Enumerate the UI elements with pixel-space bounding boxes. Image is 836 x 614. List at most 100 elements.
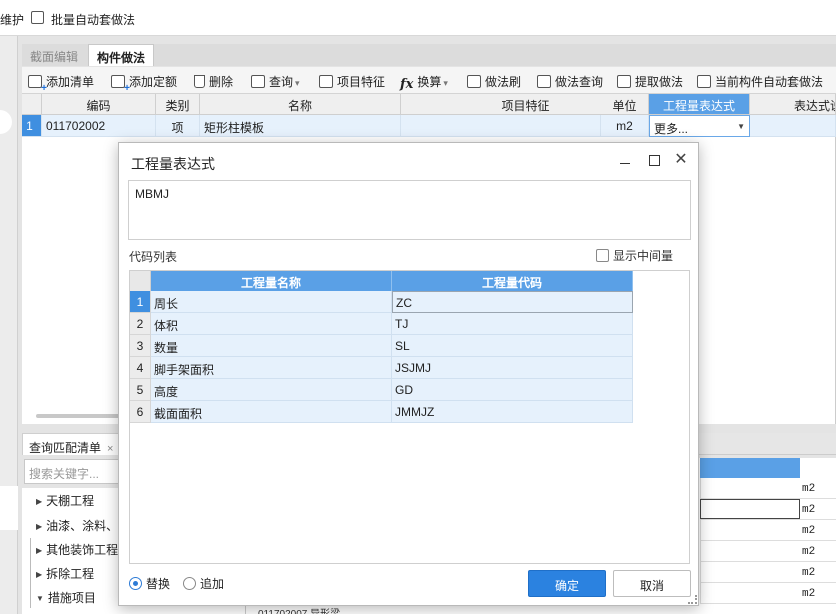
grid-header-unit[interactable]: 单位 [601, 94, 649, 115]
convert-label: 换算 [417, 75, 442, 89]
delete-button[interactable]: 删除 [194, 73, 233, 90]
fx-icon [400, 77, 413, 90]
auto-apply-button[interactable]: 当前构件自动套做法 [697, 73, 823, 90]
delete-label: 删除 [209, 75, 234, 89]
unit-cell: m2 [802, 483, 816, 495]
tab-component-method[interactable]: 构件做法 [88, 44, 155, 66]
close-icon[interactable]: × [107, 443, 113, 455]
code-name-cell[interactable]: 体积 [151, 313, 392, 335]
method-brush-button[interactable]: 做法刷 [467, 73, 521, 90]
chevron-down-icon: ▾ [295, 78, 300, 88]
table-row[interactable] [700, 478, 836, 499]
item-feature-label: 项目特征 [337, 75, 386, 89]
query-dropdown[interactable]: 查询 ▾ [251, 73, 300, 90]
tree-item-label: 措施项目 [47, 591, 96, 605]
unit-cell: m2 [802, 588, 816, 600]
tree-item[interactable]: ▶ 其他装饰工程 [36, 541, 118, 558]
chevron-down-icon: ▾ [443, 78, 448, 88]
minimize-button[interactable] [616, 151, 634, 169]
replace-radio[interactable]: 替换 [129, 575, 170, 592]
table-row[interactable] [700, 583, 836, 604]
selected-cell[interactable] [700, 499, 800, 519]
tab-query-match-list[interactable]: 查询匹配清单 × [22, 433, 121, 455]
code-value-cell[interactable]: JMMJZ [392, 401, 633, 423]
code-name-cell[interactable]: 数量 [151, 335, 392, 357]
chevron-right-icon: ▶ [36, 497, 43, 506]
grid-row-number[interactable]: 1 [22, 115, 42, 137]
grid-header-expression[interactable]: 工程量表达式 [649, 94, 750, 115]
extract-method-button[interactable]: 提取做法 [617, 73, 683, 90]
grid-corner [22, 94, 42, 115]
append-radio[interactable]: 追加 [183, 575, 224, 592]
code-name-cell[interactable]: 截面面积 [151, 401, 392, 423]
code-value-cell[interactable]: JSJMJ [392, 357, 633, 379]
code-value-cell[interactable]: TJ [392, 313, 633, 335]
code-value-cell[interactable]: GD [392, 379, 633, 401]
grid-cell-feature[interactable] [401, 115, 601, 137]
code-name-cell[interactable]: 脚手架面积 [151, 357, 392, 379]
tree-item-label: 油漆、涂料、 [46, 519, 119, 533]
extract-icon [617, 75, 631, 88]
table-row[interactable] [700, 520, 836, 541]
tree-item[interactable]: ▶ 油漆、涂料、 [36, 517, 118, 534]
maximize-button[interactable] [645, 151, 663, 169]
brush-icon [467, 75, 481, 88]
tab-query-match-list-label: 查询匹配清单 [29, 441, 102, 455]
add-list-button[interactable]: 添加清单 [28, 73, 94, 94]
grid-header-code[interactable]: 编码 [42, 94, 156, 115]
grid-header-expression-desc[interactable]: 表达式说 [750, 94, 836, 115]
radio-unselected-icon [183, 577, 196, 590]
row-number[interactable]: 6 [130, 401, 151, 423]
item-feature-button[interactable]: 项目特征 [319, 73, 385, 90]
grid-header-type[interactable]: 类别 [156, 94, 200, 115]
cancel-button[interactable]: 取消 [613, 570, 691, 597]
show-intermediate-checkbox[interactable]: 显示中间量 [596, 247, 673, 264]
table-row[interactable] [700, 541, 836, 562]
code-table-header-code[interactable]: 工程量代码 [392, 271, 633, 291]
tree-item[interactable]: ▼ 措施项目 [36, 589, 96, 606]
tab-strip: 截面编辑 构件做法 [22, 44, 836, 66]
code-value-cell[interactable]: SL [392, 335, 633, 357]
ok-button[interactable]: 确定 [528, 570, 606, 597]
code-table-header-name[interactable]: 工程量名称 [151, 271, 392, 291]
grid-header-name[interactable]: 名称 [200, 94, 401, 115]
code-name-cell[interactable]: 高度 [151, 379, 392, 401]
maintain-menu[interactable]: 维护 [0, 11, 24, 28]
row-number[interactable]: 5 [130, 379, 151, 401]
method-brush-label: 做法刷 [485, 75, 522, 89]
auto-apply-icon [697, 75, 711, 88]
unit-cell: m2 [802, 525, 816, 537]
convert-dropdown[interactable]: 换算▾ [400, 73, 448, 90]
search-input[interactable]: 搜索关键字... [24, 459, 124, 484]
grid-cell-name[interactable]: 矩形柱模板 [200, 115, 401, 137]
grid-cell-unit[interactable]: m2 [601, 115, 649, 137]
row-number[interactable]: 2 [130, 313, 151, 335]
code-name-cell[interactable]: 周长 [151, 291, 392, 313]
code-value-cell[interactable]: ZC [392, 291, 633, 313]
row-number[interactable]: 1 [130, 291, 151, 313]
show-intermediate-label: 显示中间量 [613, 249, 674, 263]
chevron-down-icon: ▼ [36, 594, 44, 603]
batch-auto-apply-button[interactable]: 批量自动套做法 [51, 11, 135, 28]
close-button[interactable]: ✕ [672, 151, 690, 169]
tab-section-edit[interactable]: 截面编辑 [22, 44, 86, 66]
tree-item-label: 天棚工程 [46, 494, 95, 508]
add-quota-button[interactable]: 添加定额 [111, 73, 177, 94]
quantity-expression-dialog: 工程量表达式 ✕ MBMJ 代码列表 显示中间量 工程量名称 工程量代码 1 周… [118, 142, 699, 606]
chevron-right-icon: ▶ [36, 570, 43, 579]
left-nav-handle[interactable] [0, 110, 12, 134]
grid-horizontal-scrollbar[interactable] [36, 414, 126, 418]
grid-cell-code[interactable]: 011702002 [42, 115, 156, 137]
left-nav-pane [0, 36, 18, 614]
resize-grip-icon[interactable] [688, 595, 697, 604]
tree-item[interactable]: ▶ 拆除工程 [36, 565, 94, 582]
row-number[interactable]: 4 [130, 357, 151, 379]
tree-item[interactable]: ▶ 天棚工程 [36, 492, 94, 509]
grid-cell-expression-dropdown[interactable]: 更多... ▼ [649, 115, 750, 137]
grid-cell-type[interactable]: 项 [156, 115, 200, 137]
method-query-button[interactable]: 做法查询 [537, 73, 603, 90]
row-number[interactable]: 3 [130, 335, 151, 357]
grid-cell-expression-desc[interactable] [750, 115, 836, 137]
table-row[interactable] [700, 562, 836, 583]
expression-textarea[interactable]: MBMJ [128, 180, 691, 240]
